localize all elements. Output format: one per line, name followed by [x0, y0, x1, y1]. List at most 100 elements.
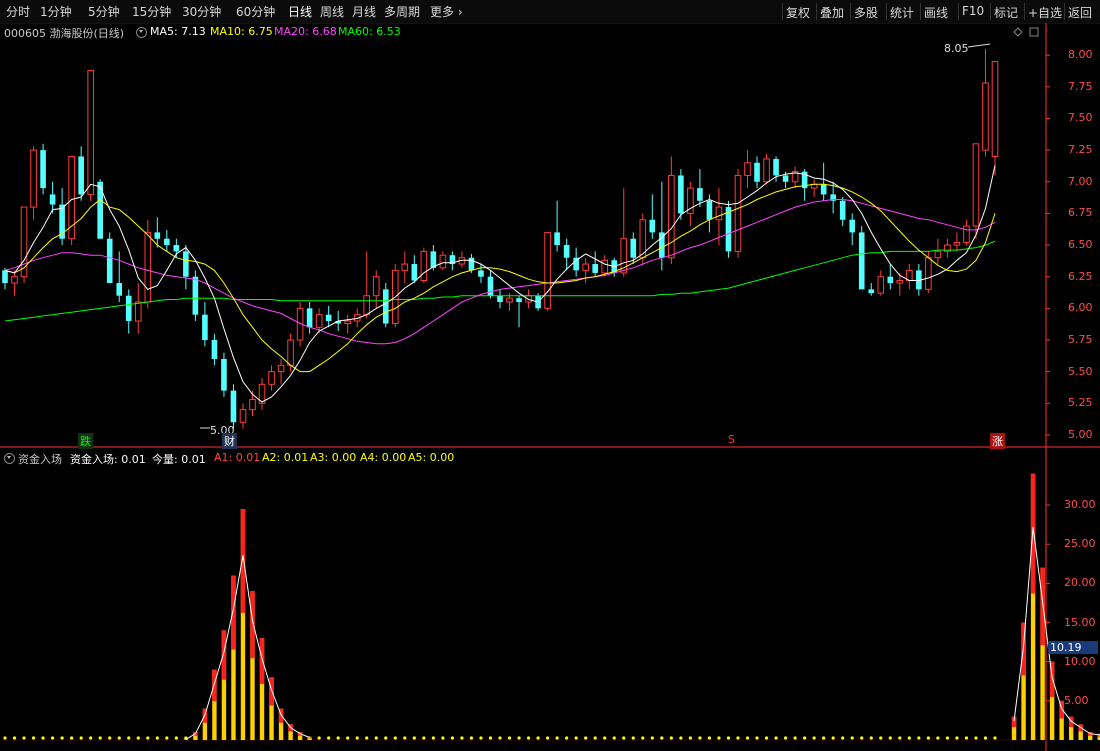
candle-body [192, 276, 199, 315]
candle-body [315, 314, 323, 328]
ind-baseline-dot [593, 736, 597, 740]
candle-body [268, 371, 275, 385]
ind-baseline-dot [850, 736, 854, 740]
candle-body [592, 264, 598, 273]
ind-baseline-dot [879, 736, 883, 740]
price-tick-label: 7.25 [1068, 143, 1093, 157]
candle-body [991, 61, 999, 157]
ind-baseline-dot [98, 736, 102, 740]
ind-baseline-dot [384, 736, 388, 740]
ind-baseline-dot [488, 736, 493, 740]
ind-baseline-dot [945, 736, 950, 740]
candle-body [858, 232, 865, 290]
candle-body [363, 295, 371, 316]
ind-baseline-dot [31, 736, 36, 740]
candle-body [725, 207, 732, 252]
ind-baseline-dot [822, 736, 826, 740]
candle-body [697, 188, 703, 201]
candle-body [554, 232, 560, 246]
candle-body [582, 263, 589, 271]
ind-baseline-dot [545, 736, 550, 740]
candle-body [11, 276, 18, 284]
candle-body [106, 238, 113, 284]
ind-baseline-dot [679, 736, 683, 740]
price-tick-label: 5.75 [1068, 333, 1093, 346]
finance-marker: 财 [222, 433, 237, 449]
price-tick-label: 6.00 [1068, 301, 1093, 315]
ind-baseline-dot [108, 736, 112, 740]
candle-body [649, 219, 656, 233]
indicator-value-box: 10.19 [1048, 641, 1098, 654]
ind-baseline-dot [12, 736, 17, 740]
ind-baseline-dot [565, 736, 569, 740]
candle-body [478, 270, 484, 277]
candle-body [754, 162, 760, 182]
candle-body [230, 390, 237, 423]
candle-body [134, 301, 142, 322]
candle-body [877, 276, 885, 294]
ma60-line [4, 240, 996, 322]
candle-body [763, 158, 770, 183]
ma5-line [4, 165, 996, 403]
ind-baseline-dot [127, 736, 131, 740]
ind-baseline-dot [403, 736, 407, 740]
ind-tick-label: 5.00 [1064, 693, 1089, 707]
ind-baseline-dot [3, 736, 7, 740]
ind-baseline-dot [517, 736, 521, 740]
candle-body [525, 295, 532, 303]
ind-baseline-dot [422, 736, 426, 740]
ind-baseline-dot [393, 736, 397, 740]
s-marker: S [728, 433, 735, 446]
candle-body [183, 251, 189, 277]
ind-baseline-dot [507, 736, 512, 740]
candle-body [839, 200, 846, 220]
ind-baseline-dot [650, 736, 654, 740]
ind-baseline-dot [641, 736, 645, 740]
ind-baseline-dot [412, 736, 416, 740]
candle-body [773, 158, 779, 176]
candle-body [78, 156, 84, 195]
candle-body [372, 276, 380, 297]
ind-baseline-dot [774, 736, 778, 740]
ind-baseline-dot [336, 736, 340, 740]
candle-body [325, 314, 332, 322]
ind-bar-top [212, 669, 217, 702]
ind-baseline-dot [688, 736, 692, 740]
ind-baseline-dot [441, 736, 445, 740]
candle-body [887, 276, 894, 284]
ind-baseline-dot [327, 736, 331, 740]
ind-bar-top [250, 591, 255, 659]
candle-body [715, 206, 723, 221]
price-tick-label: 6.75 [1068, 206, 1093, 220]
ind-baseline-dot [526, 736, 531, 740]
ind-baseline-dot [136, 736, 140, 740]
ind-baseline-dot [450, 736, 455, 740]
ind-baseline-dot [964, 736, 969, 740]
ind-baseline-dot [346, 736, 350, 740]
ind-baseline-dot [745, 736, 750, 740]
candle-body [668, 174, 675, 259]
candle-body [506, 297, 513, 303]
ind-baseline-dot [907, 736, 911, 740]
ind-baseline-dot [79, 736, 83, 740]
candle-body [164, 238, 170, 246]
candle-body [239, 409, 247, 423]
ind-baseline-dot [146, 736, 150, 740]
candle-body [221, 358, 227, 391]
candle-body [896, 280, 904, 284]
ind-baseline-dot [888, 736, 892, 740]
chart-canvas[interactable] [0, 0, 1100, 751]
candle-body [982, 82, 989, 151]
diamond-icon [1013, 27, 1023, 37]
ind-baseline-dot [431, 736, 435, 740]
ind-baseline-dot [917, 736, 921, 740]
candle-body [782, 175, 789, 182]
ind-baseline-dot [89, 736, 93, 740]
candle-body [601, 259, 609, 274]
candle-body [497, 295, 503, 303]
candle-body [287, 339, 294, 366]
ind-baseline-dot [555, 736, 559, 740]
high-arrow [967, 43, 991, 48]
price-tick-label: 7.50 [1068, 111, 1093, 125]
candle-body [401, 263, 409, 271]
